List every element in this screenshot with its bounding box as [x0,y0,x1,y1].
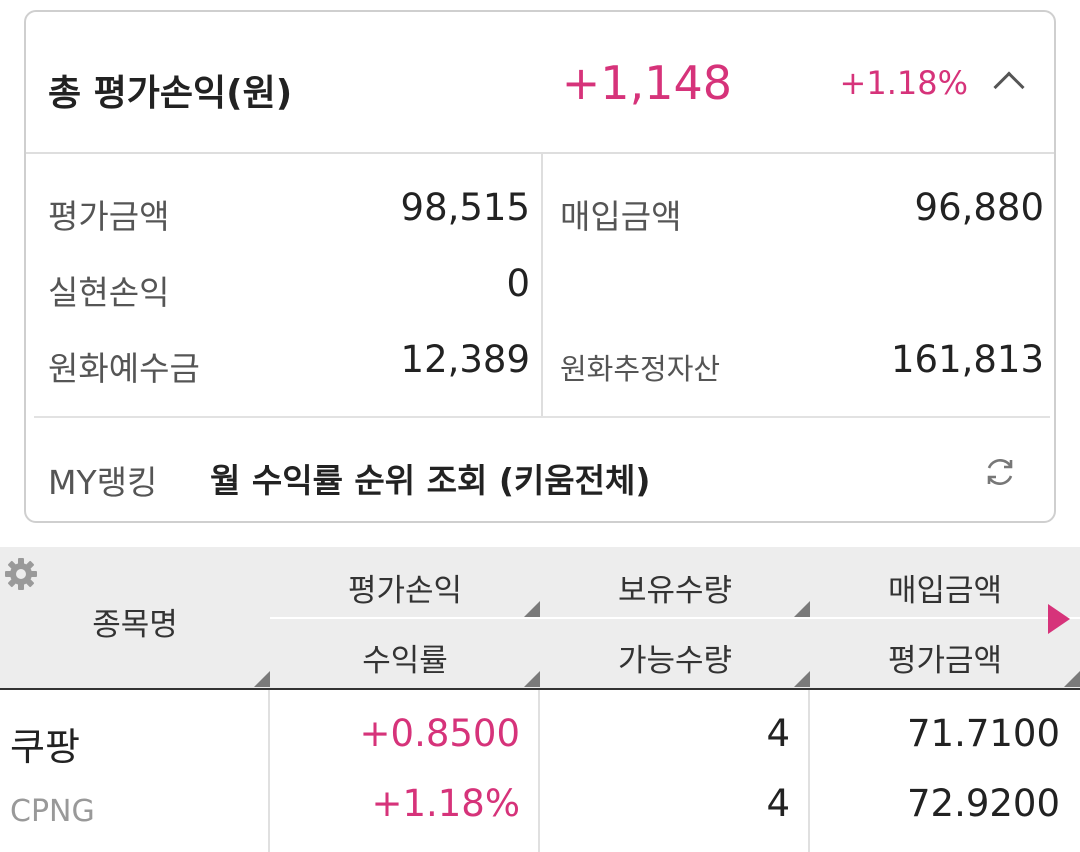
available-qty-cell: 4 [766,782,790,825]
refresh-icon[interactable] [982,454,1018,490]
total-pl-rate: +1.18% [839,64,968,102]
sort-corner-icon [794,601,810,617]
chevron-up-icon[interactable] [993,71,1025,103]
gear-icon[interactable] [4,557,38,591]
play-icon[interactable] [1048,604,1070,634]
my-ranking-row[interactable]: MY랭킹 월 수익률 순위 조회 (키움전체) [26,418,1054,521]
monthly-return-ranking-link[interactable]: 월 수익률 순위 조회 (키움전체) [210,454,650,502]
col-header-name[interactable]: 종목명 [0,599,270,644]
col-header-holding-qty[interactable]: 보유수량 [540,565,810,610]
eval-amount-cell: 72.9200 [906,782,1060,825]
column-divider [268,690,270,852]
col-header-eval-pl[interactable]: 평가손익 [270,565,540,610]
column-divider [808,690,810,852]
header-row-divider [270,617,1080,619]
sort-corner-icon [1064,671,1080,687]
summary-header[interactable]: 총 평가손익(원) +1,148 +1.18% [26,12,1054,154]
summary-grid: 평가금액 98,515 매입금액 96,880 실현손익 0 원화예수금 12,… [26,154,1054,418]
purchase-amount-label: 매입금액 [560,197,682,236]
table-row[interactable]: 쿠팡 CPNG +0.8500 +1.18% 4 4 71.7100 72.92… [0,690,1080,852]
holdings-table-header: 종목명 평가손익 보유수량 매입금액 수익률 가능수량 평가금액 [0,547,1080,689]
col-header-eval-amount[interactable]: 평가금액 [810,635,1080,680]
total-pl-value: +1,148 [561,56,732,110]
purchase-amount-cell: 71.7100 [906,712,1060,755]
sort-corner-icon [524,671,540,687]
col-header-return-rate[interactable]: 수익률 [270,635,540,680]
sort-corner-icon [254,671,270,687]
purchase-amount-value: 96,880 [914,186,1044,229]
krw-deposit-value: 12,389 [400,338,530,381]
krw-est-assets-label: 원화추정자산 [560,352,721,386]
krw-est-assets-value: 161,813 [890,338,1044,381]
sort-corner-icon [794,671,810,687]
eval-pl-cell: +0.8500 [359,712,520,755]
return-rate-cell: +1.18% [371,782,520,825]
stock-code: CPNG [10,794,95,829]
holding-qty-cell: 4 [766,712,790,755]
col-header-purchase-amount[interactable]: 매입금액 [810,565,1080,610]
realized-pl-value: 0 [506,262,530,305]
grid-vertical-divider [541,154,543,418]
account-summary-card: 총 평가손익(원) +1,148 +1.18% 평가금액 98,515 매입금액… [24,10,1056,523]
sort-corner-icon [524,601,540,617]
stock-name: 쿠팡 [10,725,80,769]
eval-amount-label: 평가금액 [48,197,170,236]
eval-amount-value: 98,515 [400,186,530,229]
realized-pl-label: 실현손익 [48,273,170,312]
my-ranking-label: MY랭킹 [48,463,158,502]
column-divider [538,690,540,852]
total-pl-label: 총 평가손익(원) [48,73,293,114]
col-header-available-qty[interactable]: 가능수량 [540,635,810,680]
krw-deposit-label: 원화예수금 [48,349,200,388]
